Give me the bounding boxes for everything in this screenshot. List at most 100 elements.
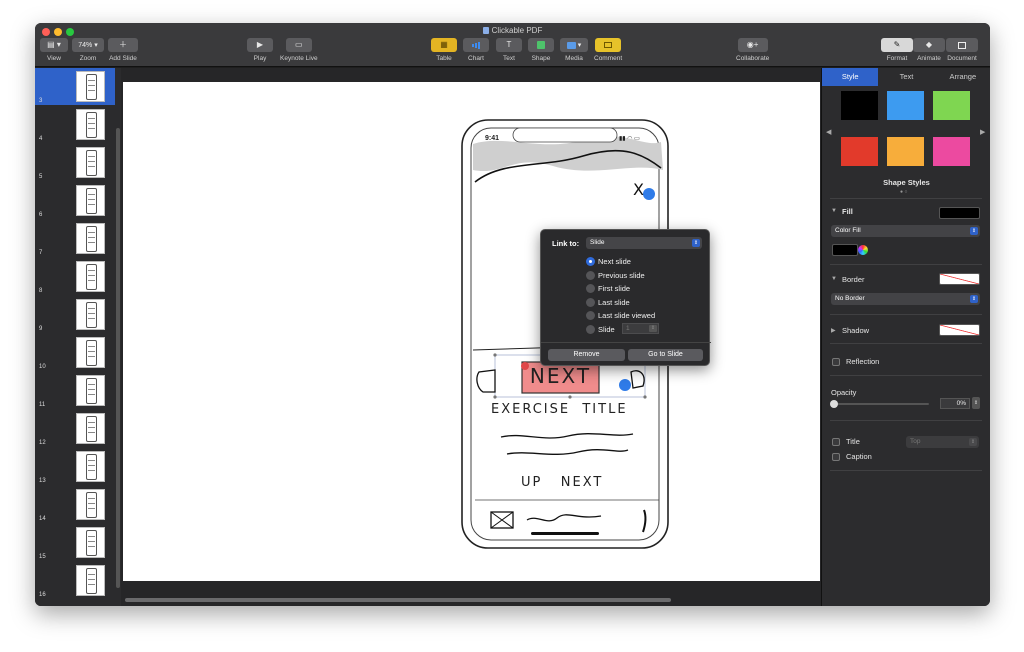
slide-thumbnail[interactable]: 6 — [35, 182, 115, 219]
slide-number-field[interactable]: 1 ⇕ — [622, 323, 659, 334]
fill-disclosure-icon[interactable]: ▼ — [831, 208, 837, 214]
shape-style-swatch[interactable] — [841, 137, 878, 166]
slide-thumbnail[interactable]: 16 — [35, 562, 115, 599]
chevron-updown-icon[interactable]: ⇕ — [649, 325, 657, 332]
opacity-label: Opacity — [831, 388, 857, 397]
link-option-radio[interactable]: First slide — [586, 283, 630, 294]
caption-checkbox[interactable] — [832, 453, 840, 461]
shape-style-swatch[interactable] — [933, 137, 970, 166]
slide-thumbnail[interactable]: 4 — [35, 106, 115, 143]
slide-thumbnail[interactable]: 5 — [35, 144, 115, 181]
text-button[interactable]: T Text — [496, 38, 522, 62]
radio-button[interactable] — [586, 270, 595, 280]
border-color-well[interactable] — [939, 273, 980, 285]
title-label: Title — [846, 437, 860, 446]
fill-color-well[interactable] — [939, 207, 980, 219]
swatch-next-icon[interactable]: ▶ — [980, 128, 985, 136]
slide-thumbnail[interactable]: 13 — [35, 448, 115, 485]
title-checkbox[interactable] — [832, 438, 840, 446]
radio-button[interactable] — [586, 311, 595, 321]
collaborate-icon: ◉+ — [737, 38, 768, 52]
chart-button[interactable]: Chart — [463, 38, 489, 62]
tab-text[interactable]: Text — [878, 68, 934, 86]
link-option-radio[interactable]: Next slide — [586, 256, 631, 267]
tab-arrange[interactable]: Arrange — [935, 68, 990, 86]
shape-button[interactable]: Shape — [528, 38, 554, 62]
table-button[interactable]: ▦ Table — [431, 38, 457, 62]
link-to-select[interactable]: Slide ⇕ — [586, 237, 702, 249]
thumbs-down-icon — [476, 369, 496, 393]
chevron-updown-icon: ⇕ — [969, 438, 977, 446]
tab-scribble — [526, 514, 602, 522]
add-slide-button[interactable]: ＋ Add Slide — [108, 38, 138, 62]
opacity-field[interactable]: 0% — [940, 398, 970, 409]
collaborate-button[interactable]: ◉+ Collaborate — [736, 38, 769, 62]
reflection-checkbox[interactable] — [832, 358, 840, 366]
animate-button[interactable]: ◆ Animate — [913, 38, 945, 62]
horizontal-scrollbar[interactable] — [125, 598, 671, 602]
paintbrush-icon: ✎ — [881, 38, 913, 52]
slide-canvas[interactable]: 9:41 ▮▮ ◠ ▭ X NEXT EXERCISE TITLE UP NEX… — [123, 82, 820, 581]
slide-thumbnail[interactable]: 9 — [35, 296, 115, 333]
radio-button[interactable] — [586, 297, 595, 307]
slide-thumbnail[interactable]: 10 — [35, 334, 115, 371]
slide-number: 9 — [39, 326, 43, 332]
color-wheel-icon[interactable] — [858, 245, 868, 255]
fill-type-select[interactable]: Color Fill ⇕ — [831, 225, 980, 237]
comment-button[interactable]: Comment — [594, 38, 622, 62]
shape-icon — [528, 38, 554, 52]
mail-icon-x — [490, 511, 514, 529]
opacity-stepper[interactable]: ⇕ — [972, 397, 980, 409]
opacity-slider-knob[interactable] — [830, 400, 838, 408]
tab-style[interactable]: Style — [822, 68, 879, 86]
shadow-disclosure-icon[interactable]: ▶ — [831, 327, 836, 334]
border-type-select[interactable]: No Border ⇕ — [831, 293, 980, 305]
remove-link-button[interactable]: Remove — [548, 349, 625, 361]
next-button-label[interactable]: NEXT — [522, 364, 599, 388]
title-position-select[interactable]: Top ⇕ — [906, 436, 979, 448]
border-disclosure-icon[interactable]: ▼ — [831, 276, 837, 282]
slide-thumbnail[interactable]: 8 — [35, 258, 115, 295]
slide-thumbnail[interactable]: 11 — [35, 372, 115, 409]
animate-icon: ◆ — [913, 38, 945, 52]
slide-thumbnail[interactable]: 15 — [35, 524, 115, 561]
go-to-slide-button[interactable]: Go to Slide — [628, 349, 703, 361]
link-option-radio[interactable]: Last slide — [586, 297, 630, 308]
chevron-updown-icon: ⇕ — [970, 227, 978, 235]
slide-thumbnail[interactable]: 14 — [35, 486, 115, 523]
shape-style-swatch[interactable] — [841, 91, 878, 120]
radio-button[interactable] — [586, 325, 595, 334]
keynote-live-button[interactable]: ▭ Keynote Live — [280, 38, 318, 62]
slide-thumbnail[interactable]: 3 — [35, 68, 115, 105]
mini-line — [88, 508, 95, 509]
opacity-slider-track[interactable] — [834, 403, 929, 405]
shape-style-swatch[interactable] — [887, 91, 924, 120]
link-to-label: Link to: — [552, 239, 580, 248]
shadow-label: Shadow — [842, 326, 870, 335]
mini-line — [88, 356, 95, 357]
mini-line — [88, 351, 95, 352]
mini-line — [88, 280, 95, 281]
link-option-radio[interactable]: Previous slide — [586, 270, 645, 281]
mini-line — [88, 118, 95, 119]
add-slide-label: Add Slide — [109, 55, 137, 62]
shape-style-swatch[interactable] — [933, 91, 970, 120]
view-button[interactable]: ▤ ▾ View — [40, 38, 68, 62]
navigator-scrollbar[interactable] — [116, 128, 120, 588]
link-option-radio[interactable]: Last slide viewed — [586, 310, 655, 321]
slide-thumbnail[interactable]: 7 — [35, 220, 115, 257]
radio-button[interactable] — [586, 284, 595, 294]
link-option-radio[interactable]: Slide — [586, 324, 615, 335]
swatch-prev-icon[interactable]: ◀ — [826, 128, 831, 136]
radio-button[interactable] — [586, 257, 595, 266]
document-button[interactable]: Document — [946, 38, 978, 62]
mini-line — [88, 318, 95, 319]
format-button[interactable]: ✎ Format — [881, 38, 913, 62]
zoom-select[interactable]: 74% ▾ Zoom — [72, 38, 104, 62]
shape-style-swatch[interactable] — [887, 137, 924, 166]
fill-color-swatch[interactable] — [832, 244, 858, 256]
media-button[interactable]: ▾ Media — [560, 38, 588, 62]
slide-thumbnail[interactable]: 12 — [35, 410, 115, 447]
shadow-color-well[interactable] — [939, 324, 980, 336]
play-button[interactable]: ▶ Play — [247, 38, 273, 62]
